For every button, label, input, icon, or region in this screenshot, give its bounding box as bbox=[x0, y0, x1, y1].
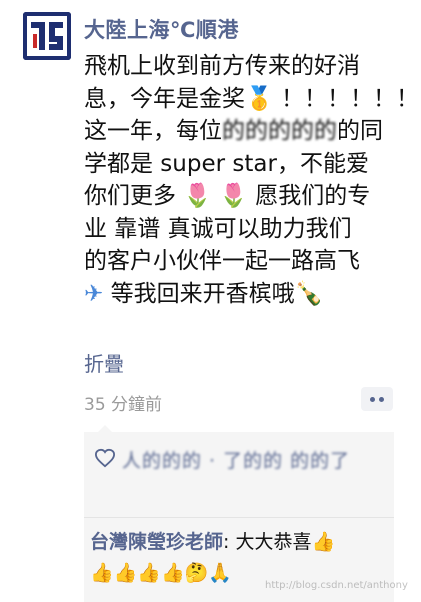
post-line-8-text: 等我回来开香槟哦 bbox=[110, 280, 295, 307]
post-line-4: 学都是 super star，不能爱 bbox=[84, 150, 369, 177]
tulip-icon: 🌷 bbox=[183, 183, 212, 209]
post-body: 飛机上收到前方传来的好消 息，今年是金奖🥇 ！！！！！！ 这一年，每位的的的的的… bbox=[84, 50, 419, 311]
post-line-8: ✈ 等我回来开香槟哦🍾 bbox=[84, 278, 404, 311]
post-line-2: 息，今年是金奖🥇 ！！！！！！ bbox=[84, 83, 419, 116]
post-line-7: 的客户小伙伴一起一路高飞 bbox=[84, 248, 360, 274]
tulip-icon: 🌷 bbox=[219, 183, 248, 209]
post-author[interactable]: 大陸上海℃順港 bbox=[84, 14, 239, 44]
more-actions-button[interactable] bbox=[361, 387, 393, 411]
collapse-link[interactable]: 折疊 bbox=[84, 348, 124, 377]
avatar-logo-icon bbox=[23, 12, 71, 60]
more-dots-icon bbox=[379, 396, 384, 402]
divider bbox=[84, 517, 394, 518]
post-line-3-text: 这一年，每位 bbox=[84, 118, 222, 144]
thumbs-up-icon: 👍 bbox=[311, 531, 336, 553]
likes-row: 人的的的 · 了的的 的的了 bbox=[94, 444, 384, 514]
champagne-icon: 🍾 bbox=[294, 280, 324, 307]
likers-list[interactable]: 人的的的 · 了的的 的的了 bbox=[122, 446, 382, 476]
avatar[interactable] bbox=[23, 12, 71, 60]
post-line-2-suffix: ！！！！！！ bbox=[273, 85, 419, 112]
comment-text: : 大大恭喜 bbox=[223, 531, 312, 553]
post-line-3: 这一年，每位的的的的的的同 bbox=[84, 115, 404, 148]
post-line-3-suffix: 的同 bbox=[337, 118, 383, 144]
medal-icon: 🥇 bbox=[245, 85, 274, 112]
heart-icon bbox=[94, 448, 116, 468]
post-line-1: 飛机上收到前方传来的好消 bbox=[84, 53, 360, 79]
post-line-5: 你们更多 🌷 🌷 愿我们的专 bbox=[84, 180, 404, 213]
post-line-3-blurred: 的的的的的 bbox=[222, 118, 337, 144]
post-line-5-suffix: 愿我们的专 bbox=[247, 183, 371, 209]
watermark: http://blog.csdn.net/anthony bbox=[265, 580, 408, 591]
comment-reactions: 👍👍👍👍🤔🙏 bbox=[90, 562, 232, 584]
plane-icon: ✈ bbox=[84, 280, 104, 307]
post-line-6: 业 靠谱 真诚可以助力我们 bbox=[84, 215, 352, 242]
post-timestamp: 35 分鐘前 bbox=[84, 395, 163, 415]
likers-names[interactable]: 人的的的 · 了的的 的的了 bbox=[122, 450, 350, 472]
post-line-2-text: 息，今年是金奖 bbox=[84, 85, 245, 112]
more-dots-icon bbox=[370, 396, 375, 402]
post-line-5-text: 你们更多 bbox=[84, 183, 176, 209]
likes-comments-box: 人的的的 · 了的的 的的了 台灣陳瑩珍老師: 大大恭喜👍 👍👍👍👍🤔🙏 bbox=[84, 425, 394, 602]
commenter-name[interactable]: 台灣陳瑩珍老師 bbox=[90, 531, 223, 553]
